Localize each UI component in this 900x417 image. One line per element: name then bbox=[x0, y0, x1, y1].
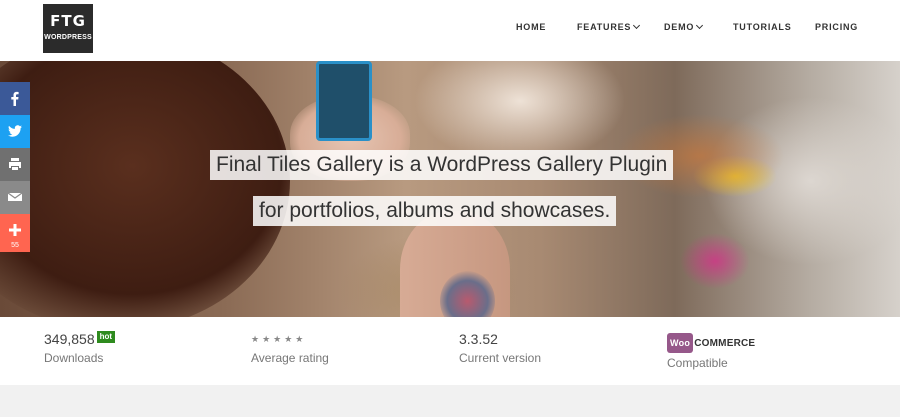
share-bar: 55 bbox=[0, 82, 30, 252]
main-nav: HOME FEATURES DEMO TUTORIALS PRICING bbox=[0, 21, 900, 36]
nav-tutorials-label: TUTORIALS bbox=[733, 22, 792, 32]
nav-pricing[interactable]: PRICING bbox=[815, 22, 858, 32]
share-count: 55 bbox=[11, 242, 19, 249]
downloads-value-row: 349,858 hot bbox=[44, 330, 116, 348]
version-stat: 3.3.52 Current version bbox=[459, 330, 541, 365]
hero-photo-phone bbox=[316, 61, 372, 141]
woocommerce-logo: Woo COMMERCE bbox=[667, 333, 755, 353]
email-icon bbox=[8, 192, 22, 201]
chevron-down-icon bbox=[696, 21, 704, 30]
print-icon bbox=[9, 158, 21, 170]
hero-headline-line1: Final Tiles Gallery is a WordPress Galle… bbox=[210, 150, 674, 180]
version-value: 3.3.52 bbox=[459, 331, 498, 347]
print-share-button[interactable] bbox=[0, 148, 30, 181]
woocommerce-stat: Woo COMMERCE Compatible bbox=[667, 333, 755, 370]
site-header: FTG WORDPRESS HOME FEATURES DEMO TUTORIA… bbox=[0, 0, 900, 61]
rating-stat: ★★★★★ Average rating bbox=[251, 330, 329, 365]
woo-commerce-text: COMMERCE bbox=[694, 338, 756, 349]
plus-icon bbox=[9, 224, 21, 236]
facebook-share-button[interactable] bbox=[0, 82, 30, 115]
nav-home[interactable]: HOME bbox=[516, 22, 546, 32]
hot-badge: hot bbox=[96, 331, 116, 343]
downloads-count: 349,858 bbox=[44, 331, 95, 347]
rating-label: Average rating bbox=[251, 351, 329, 365]
nav-demo[interactable]: DEMO bbox=[664, 21, 704, 32]
nav-features[interactable]: FEATURES bbox=[577, 21, 641, 32]
version-label: Current version bbox=[459, 351, 542, 365]
downloads-stat: 349,858 hot Downloads bbox=[44, 330, 116, 365]
nav-home-label: HOME bbox=[516, 22, 547, 32]
woocommerce-label: Compatible bbox=[667, 356, 728, 370]
nav-features-label: FEATURES bbox=[577, 22, 632, 32]
downloads-label: Downloads bbox=[44, 351, 104, 365]
more-share-button[interactable]: 55 bbox=[0, 214, 30, 252]
rating-stars: ★★★★★ bbox=[251, 334, 307, 344]
nav-pricing-label: PRICING bbox=[815, 22, 859, 32]
woo-badge: Woo bbox=[667, 333, 694, 353]
twitter-share-button[interactable] bbox=[0, 115, 30, 148]
nav-tutorials[interactable]: TUTORIALS bbox=[733, 22, 792, 32]
hero-photo-hair bbox=[0, 61, 290, 317]
twitter-icon bbox=[8, 125, 22, 137]
hero-banner: Final Tiles Gallery is a WordPress Galle… bbox=[0, 61, 900, 317]
email-share-button[interactable] bbox=[0, 181, 30, 214]
stats-bar: 349,858 hot Downloads ★★★★★ Average ratin… bbox=[0, 317, 900, 385]
facebook-icon bbox=[11, 91, 19, 106]
chevron-down-icon bbox=[633, 21, 641, 30]
nav-demo-label: DEMO bbox=[664, 22, 695, 32]
hero-headline-line2: for portfolios, albums and showcases. bbox=[253, 196, 617, 226]
